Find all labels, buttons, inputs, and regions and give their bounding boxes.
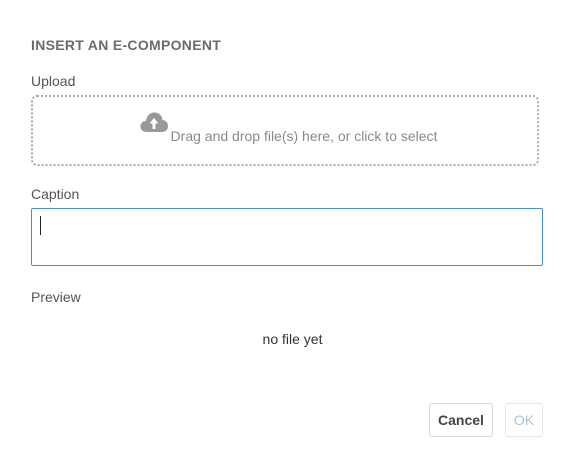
dropzone-content: Drag and drop file(s) here, or click to … [139, 112, 438, 144]
text-caret [40, 216, 41, 235]
insert-component-dialog: INSERT AN E-COMPONENT Upload Drag and dr… [0, 0, 585, 471]
cancel-button[interactable]: Cancel [429, 403, 493, 437]
dropzone-prompt: Drag and drop file(s) here, or click to … [170, 127, 438, 144]
ok-button[interactable]: OK [505, 403, 543, 437]
preview-empty-text: no file yet [262, 331, 323, 347]
upload-label: Upload [31, 73, 76, 89]
upload-dropzone[interactable]: Drag and drop file(s) here, or click to … [31, 95, 539, 166]
cloud-upload-icon [139, 110, 169, 136]
preview-label: Preview [31, 289, 81, 305]
dialog-title: INSERT AN E-COMPONENT [31, 37, 222, 53]
caption-label: Caption [31, 186, 80, 202]
caption-input[interactable] [31, 208, 543, 266]
